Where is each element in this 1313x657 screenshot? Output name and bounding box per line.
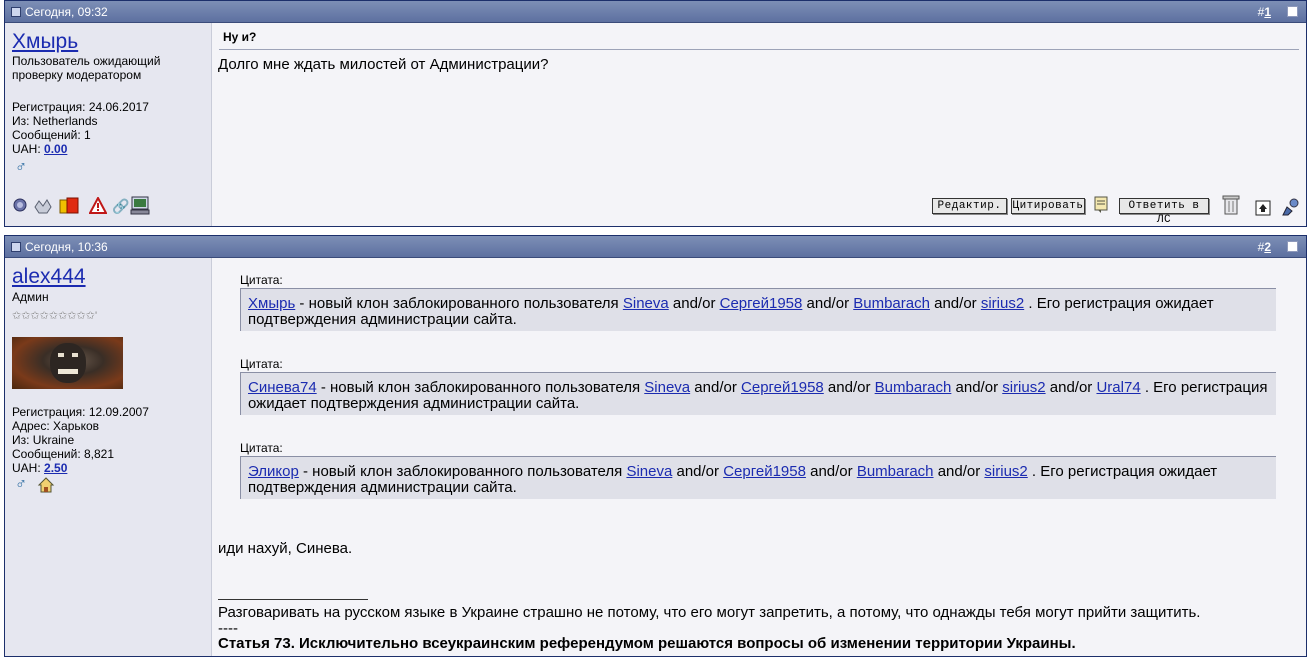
- edit-button[interactable]: Редактир.: [932, 198, 1007, 214]
- reputation-icon[interactable]: [33, 197, 52, 215]
- quote-label: Цитата:: [240, 441, 283, 455]
- delete-icon[interactable]: [1222, 194, 1240, 215]
- quick-reply-icon[interactable]: [1254, 200, 1272, 218]
- ip-icon[interactable]: [130, 195, 150, 215]
- post-link[interactable]: 2: [1264, 240, 1271, 254]
- post-status-icon: [11, 7, 21, 17]
- attach-icon[interactable]: 🔗: [112, 197, 130, 215]
- post-2: Сегодня, 10:36 #2 alex444 Админ ✩✩✩✩✩✩✩✩…: [4, 235, 1307, 657]
- quote-button[interactable]: Цитировать: [1011, 198, 1085, 214]
- post-number: #1: [1257, 5, 1271, 19]
- post-title: Ну и?: [223, 30, 257, 44]
- post-number: #2: [1257, 240, 1271, 254]
- user-link[interactable]: sirius2: [981, 295, 1024, 312]
- user-link[interactable]: sirius2: [1002, 379, 1045, 396]
- user-status: Пользователь ожидающий проверку модерато…: [12, 54, 161, 82]
- user-link[interactable]: Bumbarach: [857, 463, 934, 480]
- post-select-checkbox[interactable]: [1287, 241, 1298, 252]
- post-status-icon: [11, 242, 21, 252]
- post-select-checkbox[interactable]: [1287, 6, 1298, 17]
- quote-label: Цитата:: [240, 273, 283, 287]
- post-message: Долго мне ждать милостей от Администраци…: [218, 56, 549, 73]
- warning-card-icon[interactable]: [58, 197, 79, 215]
- title-divider: [219, 49, 1299, 50]
- post-date: Сегодня, 09:32: [25, 5, 108, 19]
- home-icon[interactable]: [37, 476, 55, 494]
- post-header: Сегодня, 10:36 #2: [5, 236, 1306, 258]
- quote-user-link[interactable]: Эликор: [248, 463, 299, 480]
- quote-block: Синева74 - новый клон заблокированного п…: [240, 372, 1276, 415]
- user-post-count: Сообщений: 1: [12, 128, 91, 142]
- user-link[interactable]: Sineva: [644, 379, 690, 396]
- post-date: Сегодня, 10:36: [25, 240, 108, 254]
- signature-bold-text: Статья 73. Исключительно всеукраинским р…: [218, 635, 1076, 652]
- quote-block: Хмырь - новый клон заблокированного поль…: [240, 288, 1276, 331]
- user-registration: Регистрация: 12.09.2007: [12, 405, 149, 419]
- user-post-count: Сообщений: 8,821: [12, 447, 115, 461]
- avatar: [12, 337, 123, 389]
- user-link[interactable]: sirius2: [984, 463, 1027, 480]
- quote-label: Цитата:: [240, 357, 283, 371]
- username-link[interactable]: Хмырь: [12, 30, 78, 54]
- post-header: Сегодня, 09:32 #1: [5, 1, 1306, 23]
- user-location: Из: Ukraine: [12, 433, 75, 447]
- multi-quote-icon[interactable]: [1281, 197, 1299, 216]
- user-uah: UAH: 2.50: [12, 461, 68, 475]
- user-link[interactable]: Ural74: [1096, 379, 1140, 396]
- post-message: иди нахуй, Синева.: [218, 540, 353, 557]
- user-info: Хмырь Пользователь ожидающий проверку мо…: [5, 23, 212, 226]
- note-icon[interactable]: [1092, 196, 1110, 214]
- user-link[interactable]: Bumbarach: [853, 295, 930, 312]
- quote-user-link[interactable]: Хмырь: [248, 295, 295, 312]
- user-address: Адрес: Харьков: [12, 419, 100, 433]
- quote-user-link[interactable]: Синева74: [248, 379, 317, 396]
- user-registration: Регистрация: 24.06.2017: [12, 100, 149, 114]
- user-link[interactable]: Sineva: [623, 295, 669, 312]
- report-icon[interactable]: [88, 195, 108, 215]
- user-link[interactable]: Сергей1958: [723, 463, 806, 480]
- quote-block: Эликор - новый клон заблокированного пол…: [240, 456, 1276, 499]
- user-rank-stars: ✩✩✩✩✩✩✩✩✩': [12, 310, 98, 322]
- post-link[interactable]: 1: [1264, 5, 1271, 19]
- reply-pm-button[interactable]: Ответить в ЛС: [1119, 198, 1209, 226]
- user-link[interactable]: Sineva: [626, 463, 672, 480]
- offline-icon: [11, 197, 29, 215]
- post-content: Ну и? Долго мне ждать милостей от Админи…: [212, 23, 1306, 226]
- uah-link[interactable]: 0.00: [44, 142, 67, 156]
- user-link[interactable]: Bumbarach: [875, 379, 952, 396]
- user-location: Из: Netherlands: [12, 114, 98, 128]
- user-link[interactable]: Сергей1958: [720, 295, 803, 312]
- uah-link[interactable]: 2.50: [44, 461, 67, 475]
- user-uah: UAH: 0.00: [12, 142, 68, 156]
- signature-text: Разговаривать на русском языке в Украине…: [218, 604, 1201, 621]
- user-link[interactable]: Сергей1958: [741, 379, 824, 396]
- user-info: alex444 Админ ✩✩✩✩✩✩✩✩✩' Регистрация: 12…: [5, 258, 212, 656]
- male-gender-icon: ♂: [15, 159, 27, 176]
- signature-divider: [218, 599, 368, 600]
- username-link[interactable]: alex444: [12, 265, 86, 289]
- post-content: Цитата: Хмырь - новый клон заблокированн…: [212, 258, 1306, 656]
- male-gender-icon: ♂: [15, 476, 27, 493]
- post-1: Сегодня, 09:32 #1 Хмырь Пользователь ожи…: [4, 0, 1307, 227]
- user-role: Админ: [12, 290, 49, 304]
